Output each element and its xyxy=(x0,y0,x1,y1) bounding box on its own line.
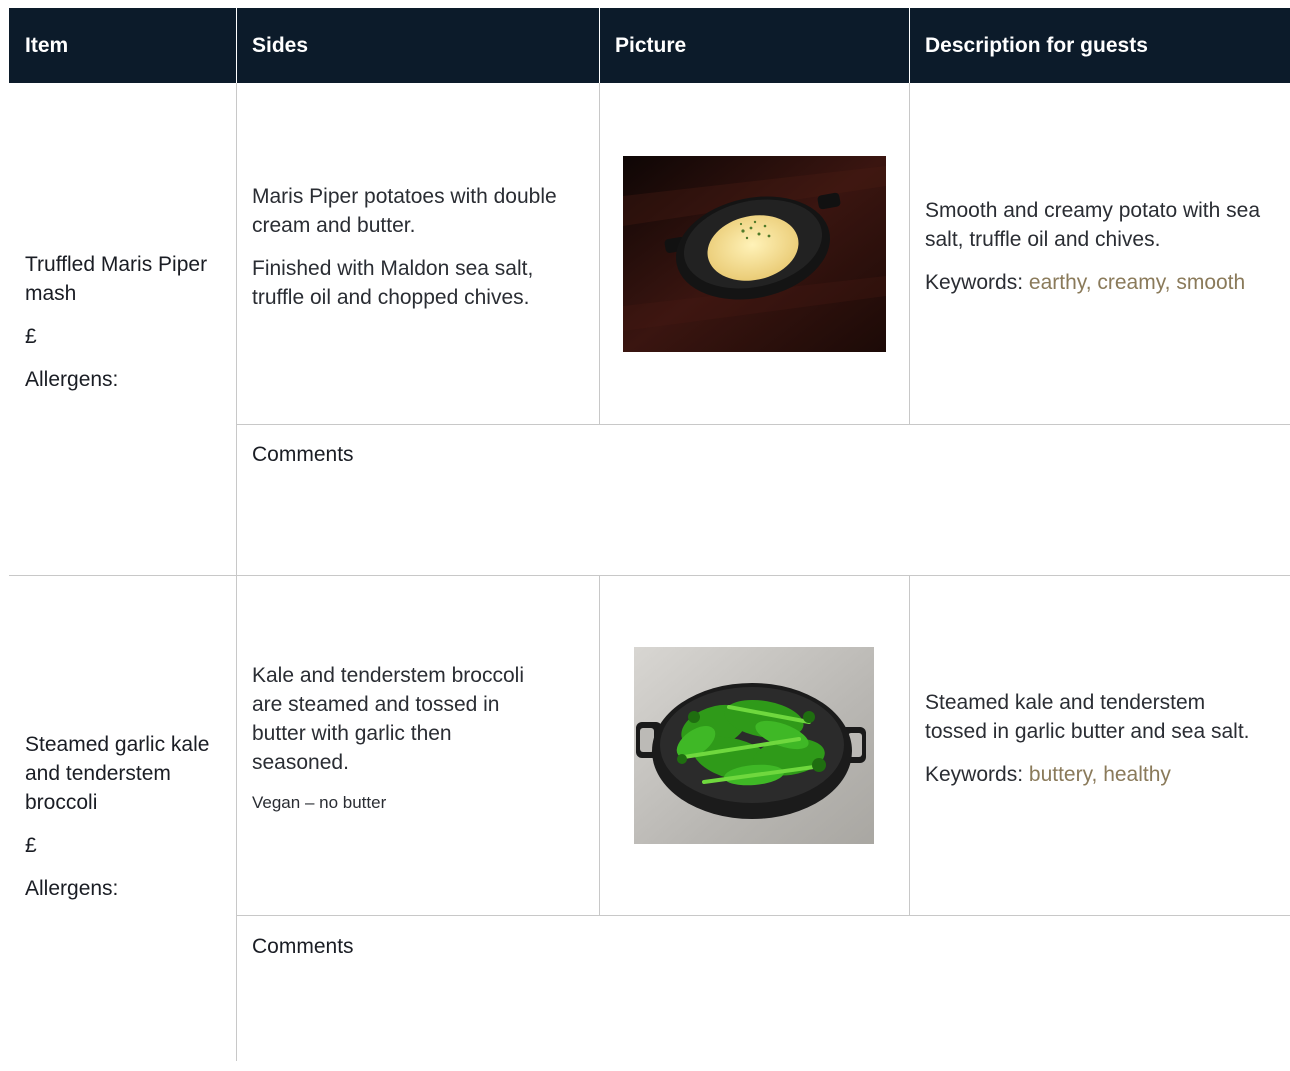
menu-table: Item Sides Picture Description for guest… xyxy=(9,8,1290,1061)
keywords-label: Keywords: xyxy=(925,762,1024,786)
kale-photo xyxy=(634,647,874,844)
comments-label: Comments xyxy=(252,935,354,958)
sides-cell: Maris Piper potatoes with double cream a… xyxy=(252,83,587,424)
description-text: Smooth and creamy potato with sea salt, … xyxy=(925,199,1261,251)
item-name: Steamed garlic kale and tenderstem brocc… xyxy=(25,732,210,814)
keywords-value: buttery, healthy xyxy=(1028,762,1171,786)
mash-photo xyxy=(623,156,886,352)
keywords-label: Keywords: xyxy=(925,271,1024,294)
keywords-line: Keywords: buttery, healthy xyxy=(925,760,1265,789)
item-allergens: Allergens: xyxy=(25,368,119,391)
table-header: Item Sides Picture Description for guest… xyxy=(9,8,1290,83)
header-picture: Picture xyxy=(615,33,687,57)
table-row: Steamed garlic kale and tenderstem brocc… xyxy=(25,575,225,1071)
table-row: Truffled Maris Piper mash £ Allergens: xyxy=(25,83,225,575)
description-cell: Smooth and creamy potato with sea salt, … xyxy=(925,83,1280,424)
sides-text: Finished with Maldon sea salt, truffle o… xyxy=(252,256,534,309)
item-price: £ xyxy=(25,833,37,857)
sides-note: Vegan – no butter xyxy=(252,793,387,812)
sides-cell: Kale and tenderstem broccoli are steamed… xyxy=(252,575,552,915)
sides-text: Maris Piper potatoes with double cream a… xyxy=(252,184,557,237)
header-description: Description for guests xyxy=(925,33,1148,57)
item-price: £ xyxy=(25,325,37,348)
item-name: Truffled Maris Piper mash xyxy=(25,253,208,305)
header-item: Item xyxy=(25,33,69,57)
keywords-line: Keywords: earthy, creamy, smooth xyxy=(925,268,1280,297)
description-text: Steamed kale and tenderstem tossed in ga… xyxy=(925,690,1250,743)
item-allergens: Allergens: xyxy=(25,876,119,900)
description-cell: Steamed kale and tenderstem tossed in ga… xyxy=(925,575,1265,915)
comments-label: Comments xyxy=(252,443,354,466)
sides-text: Kale and tenderstem broccoli are steamed… xyxy=(252,664,524,774)
header-sides: Sides xyxy=(252,33,309,57)
keywords-value: earthy, creamy, smooth xyxy=(1028,271,1246,294)
